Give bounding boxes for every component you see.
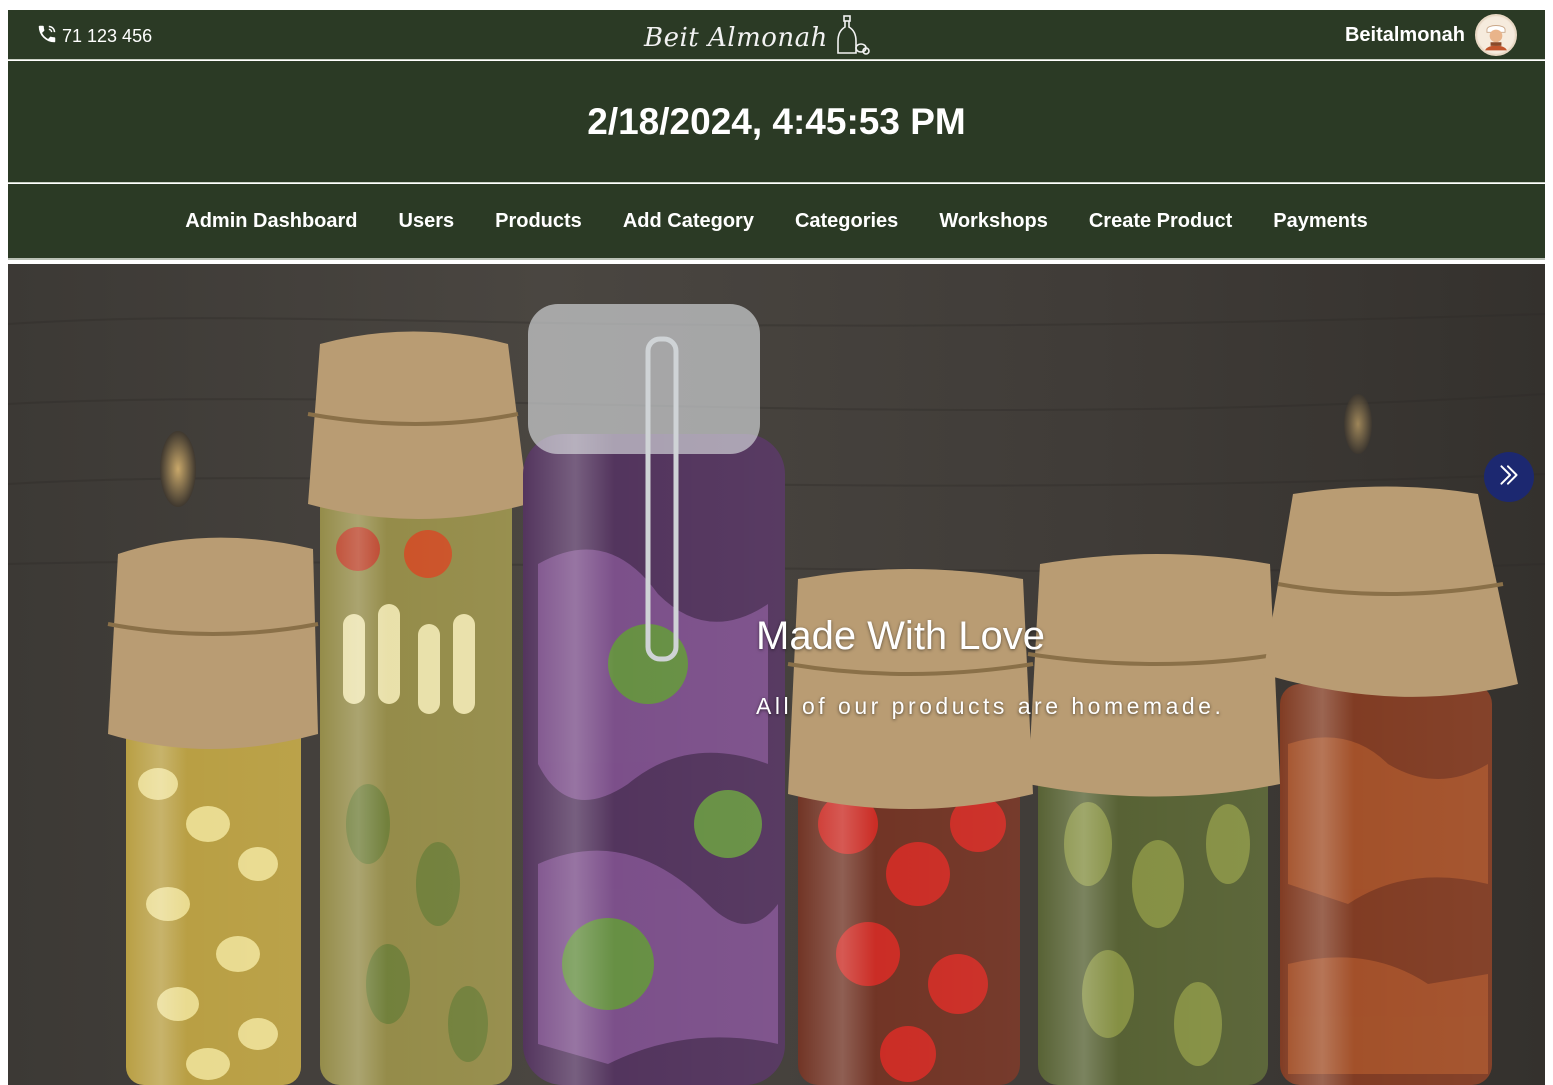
nav-categories[interactable]: Categories <box>795 210 898 233</box>
phone-icon <box>36 23 58 50</box>
user-menu[interactable]: Beitalmonah <box>1345 14 1517 56</box>
page: 71 123 456 Beit Almonah Beitalmonah 2/18… <box>8 10 1545 1085</box>
nav-products[interactable]: Products <box>495 210 582 233</box>
hero-caption: Made With Love All of our products are h… <box>756 614 1224 720</box>
hero-subtitle: All of our products are homemade. <box>756 693 1225 719</box>
logo-text: Beit Almonah <box>644 22 828 53</box>
hero-title: Made With Love <box>756 614 1046 658</box>
nav-admin-dashboard[interactable]: Admin Dashboard <box>185 210 357 233</box>
nav-workshops[interactable]: Workshops <box>939 210 1048 233</box>
hero-carousel: Made With Love All of our products are h… <box>8 264 1545 1085</box>
carousel-next-button[interactable] <box>1484 452 1534 502</box>
site-logo[interactable]: Beit Almonah <box>644 14 872 61</box>
nav-users[interactable]: Users <box>399 210 455 233</box>
datetime-banner: 2/18/2024, 4:45:53 PM <box>8 61 1545 183</box>
username: Beitalmonah <box>1344 23 1465 46</box>
admin-nav: Admin Dashboard Users Products Add Categ… <box>8 184 1545 260</box>
nav-create-product[interactable]: Create Product <box>1089 210 1232 233</box>
phone-number: 71 123 456 <box>62 26 153 46</box>
top-bar: 71 123 456 Beit Almonah Beitalmonah <box>8 10 1545 60</box>
current-datetime: 2/18/2024, 4:45:53 PM <box>587 101 966 142</box>
avatar[interactable] <box>1475 14 1517 56</box>
nav-add-category[interactable]: Add Category <box>623 210 754 233</box>
double-chevron-right-icon <box>1496 462 1522 493</box>
nav-payments[interactable]: Payments <box>1273 210 1368 233</box>
oil-bottle-logo-icon <box>834 14 872 61</box>
phone-contact[interactable]: 71 123 456 <box>36 23 152 50</box>
